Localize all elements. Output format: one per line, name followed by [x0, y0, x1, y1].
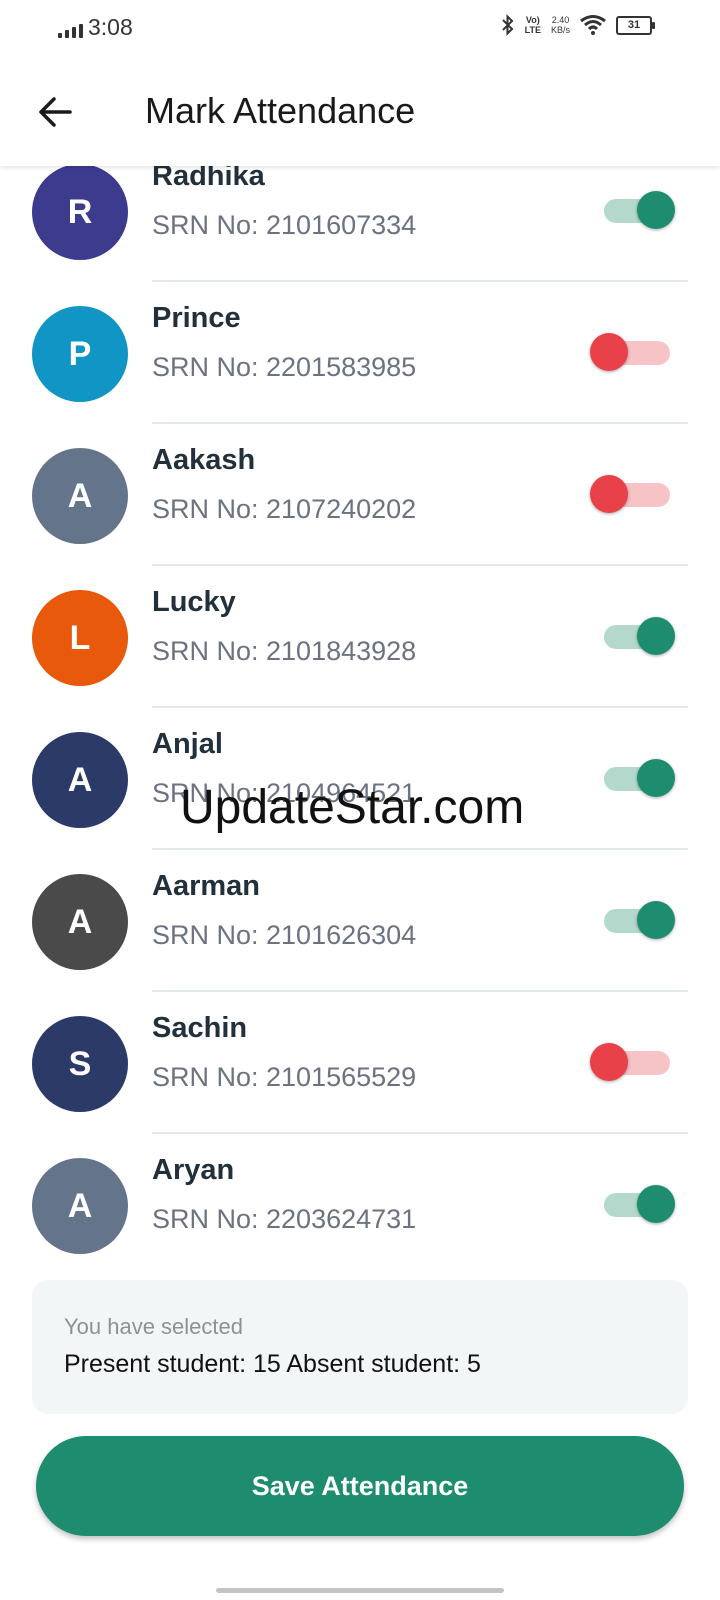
avatar: A: [32, 732, 128, 828]
data-speed-unit: KB/s: [550, 25, 570, 35]
attendance-toggle[interactable]: [604, 759, 675, 797]
toggle-thumb: [637, 191, 675, 229]
attendance-toggle[interactable]: [604, 617, 675, 655]
student-name: Sachin: [152, 1012, 248, 1044]
app-bar: Mark Attendance: [0, 58, 720, 166]
student-row: P Prince SRN No: 2201583985: [0, 282, 720, 424]
student-srn: SRN No: 2107240202: [152, 494, 417, 524]
signal-icon: [58, 22, 83, 38]
avatar: S: [32, 1016, 128, 1112]
save-attendance-button[interactable]: Save Attendance: [36, 1436, 684, 1536]
toggle-thumb: [637, 617, 675, 655]
toggle-thumb: [637, 901, 675, 939]
data-speed-value: 2.40: [551, 15, 570, 25]
student-srn: SRN No: 2101843928: [152, 636, 417, 666]
selection-summary: You have selected Present student: 15 Ab…: [32, 1280, 688, 1414]
student-name: Aakash: [152, 444, 256, 476]
student-row: S Sachin SRN No: 2101565529: [0, 992, 720, 1134]
toggle-thumb: [590, 1043, 628, 1081]
student-row: A Aakash SRN No: 2107240202: [0, 424, 720, 566]
status-bar: 3:08 Vo) LTE 2.40 KB/s 31: [0, 0, 720, 58]
student-srn: SRN No: 2201583985: [152, 352, 417, 382]
student-row: R Radhika SRN No: 2101607334: [0, 166, 720, 282]
wifi-icon: [580, 15, 606, 35]
attendance-toggle[interactable]: [604, 901, 675, 939]
avatar: P: [32, 306, 128, 402]
student-name: Aarman: [152, 870, 260, 902]
attendance-toggle[interactable]: [590, 333, 670, 371]
back-button[interactable]: [32, 88, 80, 136]
attendance-toggle[interactable]: [590, 475, 670, 513]
avatar: R: [32, 166, 128, 260]
page-title: Mark Attendance: [145, 90, 416, 131]
avatar: A: [32, 874, 128, 970]
attendance-toggle[interactable]: [590, 1043, 670, 1081]
toggle-thumb: [637, 1185, 675, 1223]
student-srn: SRN No: 2203624731: [152, 1204, 417, 1234]
bluetooth-icon: [501, 14, 514, 36]
watermark: UpdateStar.com: [180, 781, 525, 834]
toggle-thumb: [637, 759, 675, 797]
network-lte-label: LTE: [524, 25, 541, 35]
student-row: A Aryan SRN No: 2203624731: [0, 1134, 720, 1266]
attendance-toggle[interactable]: [604, 1185, 675, 1223]
home-indicator[interactable]: [216, 1588, 504, 1593]
summary-label: You have selected: [64, 1314, 243, 1339]
student-name: Radhika: [152, 166, 265, 192]
student-name: Lucky: [152, 586, 236, 618]
status-time: 3:08: [88, 14, 133, 40]
student-list[interactable]: R Radhika SRN No: 2101607334 P Prince SR…: [0, 166, 720, 1266]
student-name: Anjal: [152, 728, 223, 760]
status-icons: Vo) LTE 2.40 KB/s 31: [501, 14, 655, 36]
avatar: A: [32, 448, 128, 544]
avatar: A: [32, 1158, 128, 1254]
student-name: Prince: [152, 302, 241, 334]
summary-counts: Present student: 15 Absent student: 5: [64, 1350, 481, 1378]
network-indicator: Vo) LTE: [525, 15, 541, 35]
toggle-thumb: [590, 475, 628, 513]
avatar: L: [32, 590, 128, 686]
data-speed: 2.40 KB/s: [551, 15, 570, 35]
arrow-left-icon: [39, 97, 72, 127]
attendance-toggle[interactable]: [604, 191, 675, 229]
student-row: A Aarman SRN No: 2101626304: [0, 850, 720, 992]
student-srn: SRN No: 2101626304: [152, 920, 417, 950]
student-row: L Lucky SRN No: 2101843928: [0, 566, 720, 708]
battery-icon: 31: [616, 15, 655, 35]
network-volte-label: Vo): [525, 15, 540, 25]
student-srn: SRN No: 2101565529: [152, 1062, 417, 1092]
toggle-thumb: [590, 333, 628, 371]
student-srn: SRN No: 2101607334: [152, 210, 417, 240]
student-name: Aryan: [152, 1154, 235, 1186]
